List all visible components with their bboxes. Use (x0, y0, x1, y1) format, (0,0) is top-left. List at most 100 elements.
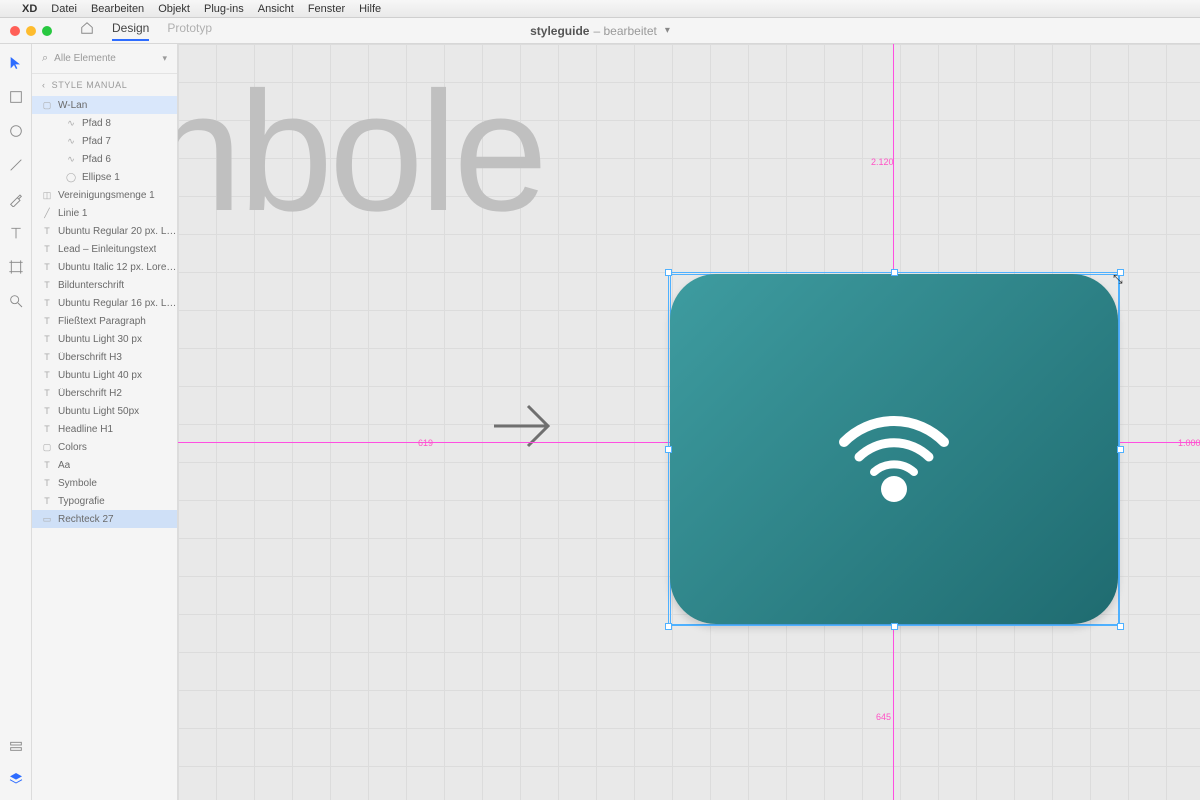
rect-icon: ▭ (42, 514, 52, 525)
search-icon: ⌕ (42, 52, 48, 65)
pen-tool[interactable] (7, 190, 25, 208)
tab-prototype[interactable]: Prototyp (167, 21, 212, 41)
layers-search[interactable]: ⌕ Alle Elemente ▾ (32, 44, 177, 74)
mode-tabs: Design Prototyp (112, 21, 212, 41)
tab-design[interactable]: Design (112, 21, 149, 41)
line-tool[interactable] (7, 156, 25, 174)
layer-row[interactable]: TTypografie (32, 492, 177, 510)
layer-label: Ubuntu Light 50px (58, 406, 139, 417)
select-tool[interactable] (7, 54, 25, 72)
layers-panel: ⌕ Alle Elemente ▾ ‹ STYLE MANUAL ▢W-Lan∿… (32, 44, 178, 800)
guide-label-645: 645 (876, 712, 891, 722)
layer-row[interactable]: ╱ Linie 1 (32, 204, 177, 222)
layer-row[interactable]: TFließtext Paragraph (32, 312, 177, 330)
layer-label: Headline H1 (58, 424, 113, 435)
layer-row[interactable]: TBildunterschrift (32, 276, 177, 294)
document-title[interactable]: styleguide – bearbeitet ▾ (530, 24, 670, 38)
text-icon: T (42, 226, 52, 236)
menu-fenster[interactable]: Fenster (308, 3, 345, 15)
selection-outline (668, 272, 1120, 626)
layer-row[interactable]: TÜberschrift H2 (32, 384, 177, 402)
layer-row[interactable]: TUbuntu Light 50px (32, 402, 177, 420)
app-toolbar: Design Prototyp styleguide – bearbeitet … (0, 18, 1200, 44)
close-window-button[interactable] (10, 26, 20, 36)
menu-hilfe[interactable]: Hilfe (359, 3, 381, 15)
layer-row[interactable]: ▢W-Lan (32, 96, 177, 114)
layer-label: Linie 1 (58, 208, 87, 219)
folder-icon: ▢ (42, 442, 52, 453)
maximize-window-button[interactable] (42, 26, 52, 36)
canvas[interactable]: nbole 619 2.120 1.000 645 ⤡ (178, 44, 1200, 800)
layer-label: Lead – Einleitungstext (58, 244, 156, 255)
resize-handle-e[interactable] (1117, 446, 1124, 453)
minimize-window-button[interactable] (26, 26, 36, 36)
window-controls (0, 26, 62, 36)
layer-row[interactable]: TUbuntu Light 40 px (32, 366, 177, 384)
layer-row[interactable]: ◫ Vereinigungsmenge 1 (32, 186, 177, 204)
zoom-tool[interactable] (7, 292, 25, 310)
layers-panel-icon[interactable] (7, 770, 25, 788)
app-name[interactable]: XD (22, 3, 37, 15)
resize-handle-w[interactable] (665, 446, 672, 453)
guide-label-2120: 2.120 (871, 157, 894, 167)
chevron-left-icon: ‹ (42, 80, 46, 90)
layer-row[interactable]: TÜberschrift H3 (32, 348, 177, 366)
menu-objekt[interactable]: Objekt (158, 3, 190, 15)
text-icon: T (42, 496, 52, 506)
resize-handle-sw[interactable] (665, 623, 672, 630)
layers-list: ▢W-Lan∿Pfad 8∿Pfad 7∿Pfad 6◯Ellipse 1◫Ve… (32, 96, 177, 528)
layer-row[interactable]: TUbuntu Regular 16 px. Lor… (32, 294, 177, 312)
layer-row[interactable]: ∿Pfad 8 (32, 114, 177, 132)
combine-icon: ◫ (42, 190, 52, 201)
path-icon: ∿ (66, 136, 76, 147)
chevron-down-icon[interactable]: ▾ (162, 53, 167, 64)
layer-row[interactable]: TUbuntu Italic 12 px. Lorem… (32, 258, 177, 276)
search-placeholder: Alle Elemente (54, 53, 156, 64)
layer-label: Pfad 8 (82, 118, 111, 129)
chevron-down-icon: ▾ (665, 25, 670, 36)
layer-row[interactable]: T Ubuntu Regular 20 px. Lor… (32, 222, 177, 240)
ellipse-tool[interactable] (7, 122, 25, 140)
resize-cursor-icon: ⤡ (1113, 272, 1123, 287)
layer-row[interactable]: T Aa (32, 456, 177, 474)
layer-row[interactable]: TSymbole (32, 474, 177, 492)
home-icon[interactable] (80, 21, 94, 40)
layer-row[interactable]: ◯Ellipse 1 (32, 168, 177, 186)
layer-row[interactable]: ∿Pfad 7 (32, 132, 177, 150)
layer-label: Aa (58, 460, 70, 471)
text-icon: T (42, 478, 52, 488)
resize-handle-nw[interactable] (665, 269, 672, 276)
resize-handle-s[interactable] (891, 623, 898, 630)
resize-handle-n[interactable] (891, 269, 898, 276)
menu-plugins[interactable]: Plug-ins (204, 3, 244, 15)
layer-label: Vereinigungsmenge 1 (58, 190, 155, 201)
breadcrumb-back[interactable]: ‹ STYLE MANUAL (32, 74, 177, 96)
artboard-tool[interactable] (7, 258, 25, 276)
layer-label: Fließtext Paragraph (58, 316, 146, 327)
layer-row[interactable]: ▢ Colors (32, 438, 177, 456)
text-icon: T (42, 262, 52, 272)
layer-row[interactable]: T Headline H1 (32, 420, 177, 438)
text-icon: T (42, 460, 52, 470)
arrow-right-icon (490, 394, 554, 463)
document-name: styleguide (530, 24, 589, 38)
assets-panel-icon[interactable] (7, 738, 25, 756)
text-tool[interactable] (7, 224, 25, 242)
resize-handle-se[interactable] (1117, 623, 1124, 630)
layer-row[interactable]: ▭Rechteck 27 (32, 510, 177, 528)
layer-row[interactable]: TLead – Einleitungstext (32, 240, 177, 258)
layer-label: Ubuntu Regular 20 px. Lor… (58, 226, 177, 237)
text-icon: T (42, 298, 52, 308)
text-icon: T (42, 280, 52, 290)
menu-bearbeiten[interactable]: Bearbeiten (91, 3, 144, 15)
text-icon: T (42, 424, 52, 434)
layer-label: Ubuntu Light 40 px (58, 370, 142, 381)
layer-row[interactable]: ∿Pfad 6 (32, 150, 177, 168)
rectangle-tool[interactable] (7, 88, 25, 106)
menu-ansicht[interactable]: Ansicht (258, 3, 294, 15)
line-icon: ╱ (42, 208, 52, 219)
layer-row[interactable]: TUbuntu Light 30 px (32, 330, 177, 348)
text-icon: T (42, 388, 52, 398)
menu-datei[interactable]: Datei (51, 3, 77, 15)
layer-label: Colors (58, 442, 87, 453)
